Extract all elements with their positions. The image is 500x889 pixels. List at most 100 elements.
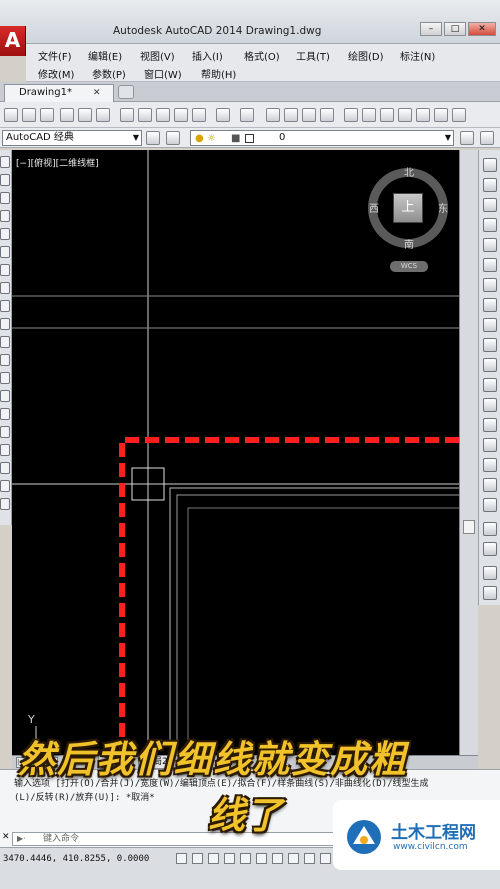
viewcube-top-face[interactable]: 上 bbox=[393, 193, 423, 223]
zoom-window-icon[interactable] bbox=[302, 108, 316, 122]
stretch-icon[interactable] bbox=[483, 318, 497, 332]
table-icon[interactable] bbox=[0, 462, 10, 474]
new-icon[interactable] bbox=[4, 108, 18, 122]
array-icon[interactable] bbox=[483, 238, 497, 252]
ortho-mode-icon[interactable] bbox=[224, 853, 235, 864]
menu-view[interactable]: 视图(V) bbox=[140, 48, 175, 63]
viewcube-west[interactable]: 西 bbox=[369, 200, 379, 215]
scale-icon[interactable] bbox=[483, 298, 497, 312]
revision-cloud-icon[interactable] bbox=[0, 282, 10, 294]
region-icon[interactable] bbox=[0, 444, 10, 456]
break-at-point-icon[interactable] bbox=[483, 378, 497, 392]
undo-icon[interactable] bbox=[216, 108, 230, 122]
menu-draw[interactable]: 绘图(D) bbox=[348, 48, 384, 63]
point-icon[interactable] bbox=[0, 390, 10, 402]
dimension-front-icon[interactable] bbox=[483, 566, 497, 580]
wcs-button[interactable]: WCS bbox=[390, 261, 428, 272]
snap-mode-icon[interactable] bbox=[192, 853, 203, 864]
polyline-icon[interactable] bbox=[0, 192, 10, 204]
object-snap-icon[interactable] bbox=[256, 853, 267, 864]
command-input[interactable]: ▶· 键入命令 bbox=[12, 832, 342, 846]
fillet-icon[interactable] bbox=[483, 458, 497, 472]
zoom-previous-icon[interactable] bbox=[320, 108, 334, 122]
application-menu-button[interactable]: A bbox=[0, 26, 26, 56]
drawing-area[interactable]: [−][俯视][二维线框] 上 北 南 东 西 WCS Y bbox=[12, 150, 459, 755]
layer-previous-icon[interactable] bbox=[480, 131, 494, 145]
menu-parametric[interactable]: 参数(P) bbox=[92, 66, 126, 81]
offset-icon[interactable] bbox=[483, 218, 497, 232]
erase-icon[interactable] bbox=[483, 158, 497, 172]
menu-tools[interactable]: 工具(T) bbox=[296, 48, 330, 63]
text-front-icon[interactable] bbox=[483, 542, 497, 556]
sheet-set-icon[interactable] bbox=[398, 108, 412, 122]
circle-icon[interactable] bbox=[0, 264, 10, 276]
rectangle-icon[interactable] bbox=[0, 228, 10, 240]
new-tab-button[interactable] bbox=[118, 85, 134, 99]
maximize-button[interactable]: □ bbox=[444, 22, 466, 36]
menu-edit[interactable]: 编辑(E) bbox=[88, 48, 122, 63]
add-selected-icon[interactable] bbox=[0, 498, 10, 510]
join-icon[interactable] bbox=[483, 418, 497, 432]
layer-properties-icon[interactable] bbox=[166, 131, 180, 145]
spline-icon[interactable] bbox=[0, 300, 10, 312]
open-icon[interactable] bbox=[22, 108, 36, 122]
3d-object-snap-icon[interactable] bbox=[272, 853, 283, 864]
close-button[interactable]: ✕ bbox=[468, 22, 496, 36]
workspace-dropdown[interactable]: AutoCAD 经典 ▼ bbox=[2, 130, 142, 146]
viewport-controls[interactable]: [−][俯视][二维线框] bbox=[16, 156, 99, 169]
chamfer-icon[interactable] bbox=[483, 438, 497, 452]
move-icon[interactable] bbox=[483, 258, 497, 272]
infer-constraints-icon[interactable] bbox=[176, 853, 187, 864]
make-current-layer-icon[interactable] bbox=[460, 131, 474, 145]
redo-icon[interactable] bbox=[240, 108, 254, 122]
menu-file[interactable]: 文件(F) bbox=[38, 48, 72, 63]
grid-display-icon[interactable] bbox=[208, 853, 219, 864]
preview-icon[interactable] bbox=[78, 108, 92, 122]
draw-order-icon[interactable] bbox=[483, 522, 497, 536]
tab-close-icon[interactable]: ✕ bbox=[93, 85, 101, 101]
tool-palettes-icon[interactable] bbox=[380, 108, 394, 122]
arc-icon[interactable] bbox=[0, 246, 10, 258]
close-icon[interactable]: ✕ bbox=[2, 832, 12, 846]
menu-help[interactable]: 帮助(H) bbox=[201, 66, 236, 81]
mirror-icon[interactable] bbox=[483, 198, 497, 212]
save-icon[interactable] bbox=[40, 108, 54, 122]
polar-tracking-icon[interactable] bbox=[240, 853, 251, 864]
paste-icon[interactable] bbox=[156, 108, 170, 122]
help-icon[interactable] bbox=[452, 108, 466, 122]
viewcube-north[interactable]: 北 bbox=[404, 164, 414, 179]
design-center-icon[interactable] bbox=[362, 108, 376, 122]
layer-dropdown[interactable]: ● ☼ ■ 0 ▼ bbox=[190, 130, 454, 146]
insert-block-icon[interactable] bbox=[0, 354, 10, 366]
viewcube-south[interactable]: 南 bbox=[404, 236, 414, 251]
blend-curves-icon[interactable] bbox=[483, 478, 497, 492]
extend-icon[interactable] bbox=[483, 358, 497, 372]
plot-icon[interactable] bbox=[60, 108, 74, 122]
scrollbar-thumb[interactable] bbox=[463, 520, 475, 534]
ellipse-icon[interactable] bbox=[0, 318, 10, 330]
hatch-icon[interactable] bbox=[0, 408, 10, 420]
menu-dimension[interactable]: 标注(N) bbox=[400, 48, 435, 63]
explode-icon[interactable] bbox=[483, 498, 497, 512]
viewcube-east[interactable]: 东 bbox=[438, 200, 448, 215]
ellipse-arc-icon[interactable] bbox=[0, 336, 10, 348]
minimize-button[interactable]: – bbox=[420, 22, 442, 36]
markup-icon[interactable] bbox=[416, 108, 430, 122]
tab-drawing1[interactable]: Drawing1* ✕ bbox=[4, 84, 114, 102]
multiline-text-icon[interactable] bbox=[0, 480, 10, 492]
rotate-icon[interactable] bbox=[483, 278, 497, 292]
match-properties-icon[interactable] bbox=[174, 108, 188, 122]
zoom-realtime-icon[interactable] bbox=[284, 108, 298, 122]
trim-icon[interactable] bbox=[483, 338, 497, 352]
menu-format[interactable]: 格式(O) bbox=[244, 48, 280, 63]
polygon-icon[interactable] bbox=[0, 210, 10, 222]
dynamic-ucs-icon[interactable] bbox=[304, 853, 315, 864]
block-editor-icon[interactable] bbox=[192, 108, 206, 122]
calculator-icon[interactable] bbox=[434, 108, 448, 122]
menu-window[interactable]: 窗口(W) bbox=[144, 66, 182, 81]
menu-modify[interactable]: 修改(M) bbox=[38, 66, 74, 81]
object-snap-tracking-icon[interactable] bbox=[288, 853, 299, 864]
dynamic-input-icon[interactable] bbox=[320, 853, 331, 864]
line-icon[interactable] bbox=[0, 156, 10, 168]
break-icon[interactable] bbox=[483, 398, 497, 412]
